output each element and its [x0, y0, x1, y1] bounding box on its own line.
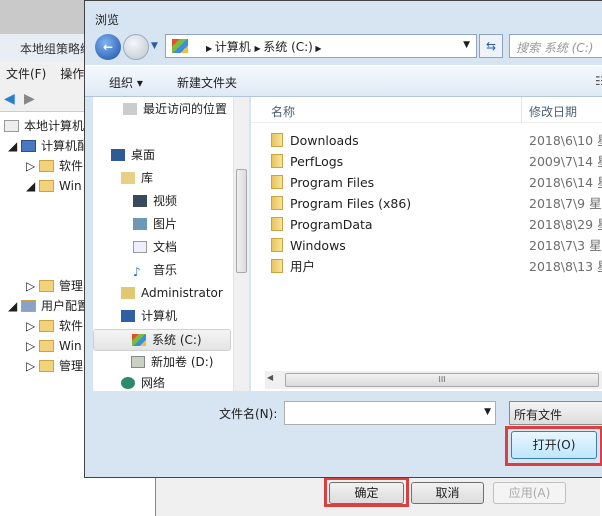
tree-item[interactable]: ◢ 用户配置 — [8, 296, 89, 316]
scrollbar-thumb[interactable] — [236, 169, 247, 273]
network-icon — [121, 377, 135, 389]
folder-icon — [271, 154, 283, 168]
file-row-date: 2018\8\29 星 — [529, 217, 602, 232]
navigation-pane: 最近访问的位置 桌面 库 视频 图片 文档 ♪ 音乐 Administrator … — [93, 97, 249, 391]
tree-item[interactable]: ▷ 管理 — [26, 356, 83, 376]
file-row-name[interactable]: Windows — [271, 236, 346, 256]
back-arrow-icon[interactable]: ◀ — [4, 91, 15, 107]
file-row-date: 2009\7\14 星 — [529, 154, 602, 169]
file-row-date: 2018\7\3 星期 — [529, 238, 602, 253]
filetype-select[interactable]: 所有文件 — [509, 401, 602, 425]
desktop-icon — [111, 149, 125, 161]
dialog-toolbar: 组织 ▾ 新建文件夹 ☷ — [85, 65, 602, 97]
tree-item[interactable]: ▷ 软件 — [26, 156, 83, 176]
nav-pane-scrollbar[interactable] — [233, 97, 249, 391]
scrollbar-thumb[interactable]: III — [285, 373, 599, 387]
folder-icon — [271, 259, 283, 273]
highlight-box — [505, 426, 602, 466]
tree-item[interactable]: ▷ 软件 — [26, 316, 83, 336]
music-icon: ♪ — [133, 265, 141, 279]
nav-item-documents[interactable]: 文档 — [133, 237, 177, 257]
tree-item[interactable]: ◢ Win — [26, 176, 82, 196]
filename-dropdown-icon[interactable]: ▼ — [484, 407, 491, 417]
drive-icon — [132, 334, 146, 346]
cancel-button[interactable]: 取消 — [411, 482, 484, 504]
nav-item-network[interactable]: 网络 — [121, 373, 165, 393]
menu-action[interactable]: 操作 — [60, 67, 84, 81]
nav-item-music[interactable]: ♪ 音乐 — [133, 260, 177, 280]
tree-item[interactable]: 本地计算机 — [4, 116, 84, 136]
forward-arrow-icon[interactable]: ▶ — [24, 91, 35, 107]
column-date[interactable]: 修改日期 — [529, 103, 577, 120]
refresh-icon[interactable]: ⇆ — [479, 34, 503, 58]
folder-icon — [271, 217, 283, 231]
apply-button[interactable]: 应用(A) — [493, 482, 566, 504]
folder-icon — [271, 238, 283, 252]
organize-menu[interactable]: 组织 ▾ — [109, 74, 143, 91]
file-row-name[interactable]: 用户 — [271, 257, 315, 277]
nav-item-recent[interactable]: 最近访问的位置 — [123, 99, 227, 119]
computer-icon — [121, 310, 135, 322]
library-icon — [121, 172, 135, 184]
menu-file[interactable]: 文件(F) — [6, 67, 46, 81]
breadcrumb-computer[interactable]: 计算机 — [215, 40, 251, 54]
file-row-name[interactable]: Program Files (x86) — [271, 194, 411, 214]
folder-icon — [271, 175, 283, 189]
column-header-row: 名称 修改日期 — [251, 97, 602, 123]
file-row-name[interactable]: Downloads — [271, 131, 359, 151]
recent-pages-dropdown-icon[interactable]: ▼ — [151, 41, 158, 51]
nav-item-library[interactable]: 库 — [121, 168, 153, 188]
address-dropdown-icon[interactable]: ▼ — [463, 40, 470, 50]
file-row-date: 2018\8\13 星 — [529, 259, 602, 274]
file-row-name[interactable]: ProgramData — [271, 215, 373, 235]
user-folder-icon — [121, 287, 135, 299]
policy-tree: 本地计算机 ◢ 计算机配 ▷ 软件 ◢ Win ▷ 管理 ◢ 用户配置 ▷ 软件… — [0, 116, 89, 378]
file-row-name[interactable]: PerfLogs — [271, 152, 343, 172]
file-row-date: 2018\7\9 星期 — [529, 196, 602, 211]
computer-drive-icon — [172, 39, 188, 53]
nav-item-computer[interactable]: 计算机 — [121, 306, 177, 326]
tree-item[interactable]: ▷ 管理 — [26, 276, 83, 296]
view-options-icon[interactable]: ☷ — [595, 74, 602, 88]
highlight-box — [324, 477, 409, 507]
forward-button[interactable] — [123, 34, 149, 60]
folder-icon — [271, 196, 283, 210]
column-name[interactable]: 名称 — [271, 103, 295, 120]
drive-icon — [131, 356, 145, 368]
file-row-date: 2018\6\14 星 — [529, 175, 602, 190]
filename-input[interactable]: ▼ — [284, 401, 496, 425]
file-row-name[interactable]: Program Files — [271, 173, 374, 193]
dialog-title: 浏览 — [95, 13, 120, 27]
nav-item-desktop[interactable]: 桌面 — [111, 145, 155, 165]
nav-item-drive-c[interactable]: 系统 (C:) — [93, 329, 231, 351]
new-folder-button[interactable]: 新建文件夹 — [177, 74, 237, 91]
nav-item-video[interactable]: 视频 — [133, 191, 177, 211]
breadcrumb-drive-c[interactable]: 系统 (C:) — [263, 40, 313, 54]
folder-icon — [271, 133, 283, 147]
address-bar[interactable]: ▶ 计算机 ▶ 系统 (C:) ▶ ▼ — [165, 34, 477, 58]
document-icon — [133, 241, 147, 253]
nav-item-pictures[interactable]: 图片 — [133, 214, 177, 234]
browse-dialog: 浏览 ← ▼ ▶ 计算机 ▶ 系统 (C:) ▶ ▼ ⇆ 搜索 系统 (C:) … — [84, 0, 602, 478]
recent-icon — [123, 103, 137, 115]
picture-icon — [133, 218, 147, 230]
video-icon — [133, 195, 147, 207]
search-input[interactable]: 搜索 系统 (C:) — [509, 34, 602, 58]
back-button[interactable]: ← — [95, 34, 121, 60]
nav-item-drive-d[interactable]: 新加卷 (D:) — [131, 352, 213, 372]
nav-item-administrator[interactable]: Administrator — [121, 283, 223, 303]
horizontal-scrollbar[interactable]: ◀ III — [265, 371, 602, 389]
file-list: 名称 修改日期 Downloads 2018\6\10 星 PerfLogs 2009… — [251, 97, 602, 391]
tree-item[interactable]: ▷ Win — [26, 336, 82, 356]
file-row-date: 2018\6\10 星 — [529, 133, 602, 148]
tree-item[interactable]: ◢ 计算机配 — [8, 136, 89, 156]
filename-label: 文件名(N): — [219, 407, 278, 421]
